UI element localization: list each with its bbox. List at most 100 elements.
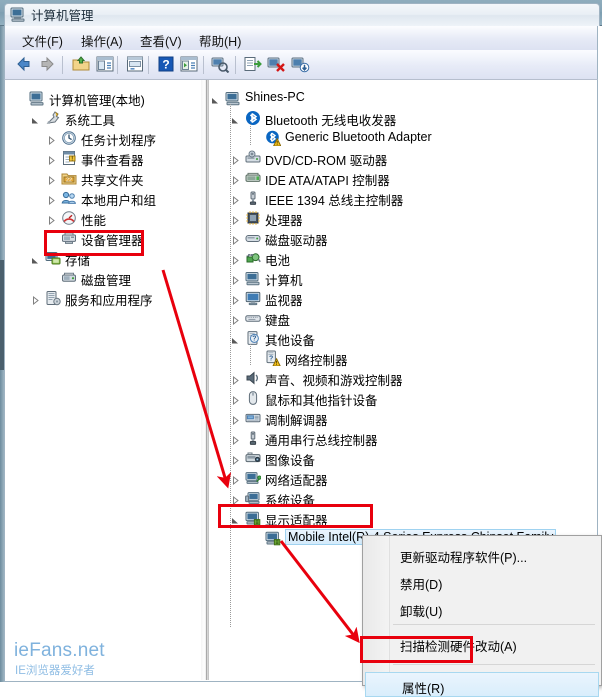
tree-expand-arrow-closed-icon[interactable] — [47, 154, 56, 166]
tree-expand-arrow-open-icon[interactable] — [231, 334, 240, 344]
tree-expand-arrow-closed-icon[interactable] — [231, 154, 240, 166]
computer-icon — [225, 90, 241, 106]
device-tree-item-row[interactable]: 声音、视频和游戏控制器 — [209, 368, 597, 388]
device-tree-item-label: DVD/CD-ROM 驱动器 — [265, 154, 388, 168]
tree-expand-arrow-closed-icon[interactable] — [231, 234, 240, 246]
device-tree-item-row[interactable]: 磁盘驱动器 — [209, 228, 597, 248]
device-tree-item-row[interactable]: 通用串行总线控制器 — [209, 428, 597, 448]
uninstall-button[interactable] — [266, 55, 288, 75]
highlight-device-manager — [44, 230, 144, 256]
svg-text:?: ? — [162, 58, 169, 72]
device-tree-item-label: 通用串行总线控制器 — [265, 434, 378, 448]
properties-button[interactable] — [125, 55, 147, 75]
console-tree-item-label: 任务计划程序 — [81, 134, 157, 148]
pane-splitter[interactable] — [201, 80, 209, 680]
console-tree-item-label: 系统工具 — [65, 114, 116, 128]
device-tree-item-row[interactable]: ! Generic Bluetooth Adapter — [209, 128, 597, 148]
context-menu-separator — [393, 624, 595, 625]
console-tree-item-row[interactable]: 系统工具 — [5, 108, 201, 128]
tree-expand-arrow-closed-icon[interactable] — [231, 454, 240, 466]
other-devices-icon: ? — [245, 330, 261, 346]
tree-expand-arrow-closed-icon[interactable] — [31, 294, 40, 306]
menu-2[interactable]: 查看(V) — [137, 30, 185, 51]
tree-expand-arrow-closed-icon[interactable] — [231, 194, 240, 206]
tree-expand-arrow-closed-icon[interactable] — [231, 314, 240, 326]
device-tree-item-row[interactable]: 处理器 — [209, 208, 597, 228]
tree-expand-arrow-closed-icon[interactable] — [231, 254, 240, 266]
device-tree-item-row[interactable]: DVD/CD-ROM 驱动器 — [209, 148, 597, 168]
console-tree-item-row[interactable]: 服务和应用程序 — [5, 288, 201, 308]
tree-expand-arrow-open-icon[interactable] — [211, 94, 220, 104]
tree-expand-arrow-closed-icon[interactable] — [47, 214, 56, 226]
tree-expand-arrow-closed-icon[interactable] — [231, 294, 240, 306]
tree-expand-arrow-closed-icon[interactable] — [231, 414, 240, 426]
device-tree-item-row[interactable]: IDE ATA/ATAPI 控制器 — [209, 168, 597, 188]
scan-hardware-button[interactable] — [210, 55, 232, 75]
device-tree-item-row[interactable]: ? 其他设备 — [209, 328, 597, 348]
up-folder-button[interactable] — [71, 55, 93, 75]
tree-expand-arrow-closed-icon[interactable] — [231, 434, 240, 446]
tree-expand-arrow-closed-icon[interactable] — [47, 174, 56, 186]
device-tree-item-row[interactable]: IEEE 1394 总线主控制器 — [209, 188, 597, 208]
menu-uninstall[interactable]: 卸载(U) — [364, 596, 600, 623]
help-button[interactable]: ? — [156, 55, 178, 75]
device-tree-item-label: Generic Bluetooth Adapter — [285, 130, 432, 144]
computer-management-icon — [29, 90, 45, 106]
device-tree-item-row[interactable]: Bluetooth 无线电收发器 — [209, 108, 597, 128]
device-tree-item-row[interactable]: 电池 — [209, 248, 597, 268]
device-tree-item-row[interactable]: 图像设备 — [209, 448, 597, 468]
back-button[interactable] — [13, 55, 35, 75]
menu-1[interactable]: 操作(A) — [78, 30, 126, 51]
keyboard-icon — [245, 310, 261, 326]
dvd-drive-icon — [245, 150, 261, 166]
device-tree-item-row[interactable]: 键盘 — [209, 308, 597, 328]
menu-3[interactable]: 帮助(H) — [196, 30, 244, 51]
display-adapter-icon — [265, 530, 281, 546]
device-tree-item-row[interactable]: ?! 网络控制器 — [209, 348, 597, 368]
device-tree-item-label: Bluetooth 无线电收发器 — [265, 114, 397, 128]
console-tree-item-row[interactable]: 任务计划程序 — [5, 128, 201, 148]
tree-expand-arrow-closed-icon[interactable] — [231, 274, 240, 286]
device-tree-item-row[interactable]: 网络适配器 — [209, 468, 597, 488]
menu-disable[interactable]: 禁用(D) — [364, 569, 600, 596]
console-tree-item-row[interactable]: 本地用户和组 — [5, 188, 201, 208]
device-tree-item-row[interactable]: 监视器 — [209, 288, 597, 308]
tree-expand-arrow-closed-icon[interactable] — [231, 394, 240, 406]
tree-expand-arrow-open-icon[interactable] — [231, 114, 240, 124]
tree-expand-arrow-closed-icon[interactable] — [47, 194, 56, 206]
tree-expand-arrow-open-icon[interactable] — [31, 254, 40, 264]
arrow-right-icon — [38, 56, 58, 76]
shared-folders-icon: 22 — [61, 170, 77, 186]
menu-update-driver-label: 更新驱动程序软件(P)... — [400, 551, 528, 565]
tree-expand-arrow-open-icon[interactable] — [31, 114, 40, 124]
device-tree-item-row[interactable]: Shines-PC — [209, 88, 597, 108]
show-tree-button[interactable] — [95, 55, 117, 75]
svg-text:!: ! — [71, 156, 73, 162]
console-tree-item-row[interactable]: 性能 — [5, 208, 201, 228]
device-tree-item-row[interactable]: 鼠标和其他指针设备 — [209, 388, 597, 408]
show-console-button[interactable] — [179, 55, 201, 75]
console-tree-item-row[interactable]: 磁盘管理 — [5, 268, 201, 288]
console-tree-item-row[interactable]: 22 共享文件夹 — [5, 168, 201, 188]
update-driver-button[interactable] — [290, 55, 312, 75]
toolbar-separator — [203, 56, 204, 74]
menu-disable-label: 禁用(D) — [400, 578, 443, 592]
tree-pane-icon — [95, 56, 115, 76]
console-tree-item-row[interactable]: 计算机管理(本地) — [5, 88, 201, 108]
watermark-secondary: IE浏览器爱好者 — [15, 665, 95, 677]
menu-update-driver[interactable]: 更新驱动程序软件(P)... — [364, 542, 600, 569]
forward-button[interactable] — [38, 55, 60, 75]
tree-expand-arrow-closed-icon[interactable] — [231, 474, 240, 486]
device-tree-item-row[interactable]: 计算机 — [209, 268, 597, 288]
menu-properties[interactable]: 属性(R) — [365, 672, 599, 697]
system-tools-icon — [45, 110, 61, 126]
menu-0[interactable]: 文件(F) — [19, 30, 66, 51]
tree-expand-arrow-closed-icon[interactable] — [231, 494, 240, 506]
console-tree-item-row[interactable]: ! 事件查看器 — [5, 148, 201, 168]
tree-expand-arrow-closed-icon[interactable] — [231, 374, 240, 386]
device-tree-item-row[interactable]: 调制解调器 — [209, 408, 597, 428]
tree-expand-arrow-closed-icon[interactable] — [231, 214, 240, 226]
export-list-button[interactable] — [242, 55, 264, 75]
tree-expand-arrow-closed-icon[interactable] — [231, 174, 240, 186]
tree-expand-arrow-closed-icon[interactable] — [47, 134, 56, 146]
